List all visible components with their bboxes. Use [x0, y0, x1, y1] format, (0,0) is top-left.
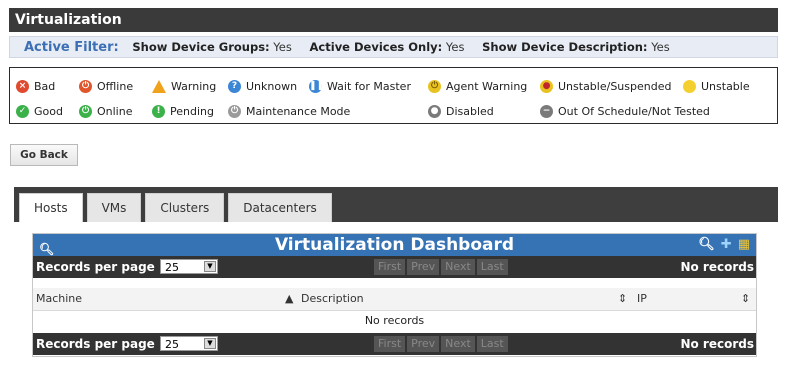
active-filter-bar: Active Filter: Show Device Groups: Yes A… — [9, 36, 778, 58]
legend-item-pending: ! Pending — [152, 105, 214, 118]
prev-page-button[interactable]: Prev — [407, 259, 440, 275]
filter-value: Yes — [651, 40, 670, 54]
warning-icon — [152, 80, 166, 93]
records-count: No records — [680, 337, 754, 351]
pagination-bar-top: Records per page 25 ▼ First Prev Next La… — [33, 256, 756, 278]
tab-container: Hosts VMs Clusters Datacenters 🔍︎ Virtua… — [14, 187, 778, 374]
filter-key: Show Device Description: — [482, 40, 648, 54]
legend-item-unstable: Unstable — [683, 80, 750, 93]
pagination-bar-bottom: Records per page 25 ▼ First Prev Next La… — [33, 333, 756, 355]
out-of-schedule-icon: − — [540, 105, 553, 118]
records-per-page-label: Records per page — [36, 260, 155, 274]
legend-item-wait-for-master: ❚❚ Wait for Master — [309, 80, 411, 93]
columns-icon[interactable]: ▦ — [738, 234, 750, 256]
last-page-button[interactable]: Last — [476, 259, 508, 275]
pager: First Prev Next Last — [374, 336, 510, 352]
search-icon[interactable]: 🔍︎ — [698, 234, 715, 256]
maintenance-icon: ⏻ — [228, 105, 241, 118]
tab-datacenters[interactable]: Datacenters — [228, 193, 332, 222]
wait-icon: ❚❚ — [309, 80, 325, 93]
sort-icon: ⇕ — [741, 292, 751, 305]
unstable-icon — [683, 80, 696, 93]
status-legend: × Bad ⏻ Offline Warning ? Unknown ❚❚ Wai… — [9, 67, 778, 124]
tab-bar: Hosts VMs Clusters Datacenters — [19, 193, 336, 222]
tab-vms[interactable]: VMs — [86, 193, 142, 222]
filter-key: Active Devices Only: — [309, 40, 443, 54]
sort-icon: ⇕ — [618, 292, 628, 305]
disabled-icon: ● — [428, 105, 441, 118]
chevron-down-icon: ▼ — [204, 338, 216, 349]
dashboard-title: Virtualization Dashboard — [274, 235, 515, 255]
legend-item-bad: × Bad — [16, 80, 55, 93]
dashboard-header: 🔍︎ Virtualization Dashboard 🔍︎ ✚ ▦ — [33, 234, 756, 256]
agent-warning-icon: ⏻ — [428, 80, 441, 93]
add-icon[interactable]: ✚ — [721, 234, 732, 256]
filter-value: Yes — [273, 40, 292, 54]
bad-icon: × — [16, 80, 29, 93]
filter-key: Show Device Groups: — [132, 40, 270, 54]
first-page-button[interactable]: First — [374, 259, 406, 275]
last-page-button[interactable]: Last — [476, 336, 508, 352]
first-page-button[interactable]: First — [374, 336, 406, 352]
unknown-icon: ? — [228, 80, 241, 93]
sort-asc-icon: ▲ — [285, 292, 294, 305]
legend-item-agent-warning: ⏻ Agent Warning — [428, 80, 527, 93]
filter-value: Yes — [445, 40, 465, 54]
legend-item-unknown: ? Unknown — [228, 80, 297, 93]
next-page-button[interactable]: Next — [441, 259, 475, 275]
table-header: Machine ▲ Description ⇕ IP ⇕ — [33, 288, 756, 311]
tab-hosts[interactable]: Hosts — [19, 193, 83, 222]
page-title: Virtualization — [9, 8, 778, 32]
next-page-button[interactable]: Next — [441, 336, 475, 352]
prev-page-button[interactable]: Prev — [407, 336, 440, 352]
offline-icon: ⏻ — [79, 80, 92, 93]
legend-item-offline: ⏻ Offline — [79, 80, 133, 93]
virtualization-dashboard: 🔍︎ Virtualization Dashboard 🔍︎ ✚ ▦ Recor… — [32, 233, 757, 357]
legend-item-good: ✓ Good — [16, 105, 63, 118]
pager: First Prev Next Last — [374, 259, 510, 275]
records-per-page-select[interactable]: 25 ▼ — [160, 259, 218, 274]
records-count: No records — [680, 260, 754, 274]
pending-icon: ! — [152, 105, 165, 118]
online-icon: ⏻ — [79, 105, 92, 118]
records-per-page-select[interactable]: 25 ▼ — [160, 336, 218, 351]
column-description[interactable]: Description — [301, 292, 364, 305]
legend-item-unstable-suspended: ● Unstable/Suspended — [540, 80, 671, 93]
legend-item-online: ⏻ Online — [79, 105, 132, 118]
legend-item-disabled: ● Disabled — [428, 105, 494, 118]
records-per-page-label: Records per page — [36, 337, 155, 351]
column-machine[interactable]: Machine — [36, 292, 82, 305]
tab-clusters[interactable]: Clusters — [145, 193, 225, 222]
legend-item-maintenance-mode: ⏻ Maintenance Mode — [228, 105, 350, 118]
go-back-button[interactable]: Go Back — [10, 144, 78, 166]
chevron-down-icon: ▼ — [204, 261, 216, 272]
legend-item-warning: Warning — [152, 80, 216, 93]
unstable-suspended-icon: ● — [540, 80, 553, 93]
good-icon: ✓ — [16, 105, 29, 118]
column-ip[interactable]: IP — [637, 292, 647, 305]
empty-message: No records — [364, 314, 425, 327]
legend-item-out-of-schedule: − Out Of Schedule/Not Tested — [540, 105, 710, 118]
active-filter-label: Active Filter: — [24, 40, 119, 55]
tab-panel: 🔍︎ Virtualization Dashboard 🔍︎ ✚ ▦ Recor… — [14, 222, 778, 374]
